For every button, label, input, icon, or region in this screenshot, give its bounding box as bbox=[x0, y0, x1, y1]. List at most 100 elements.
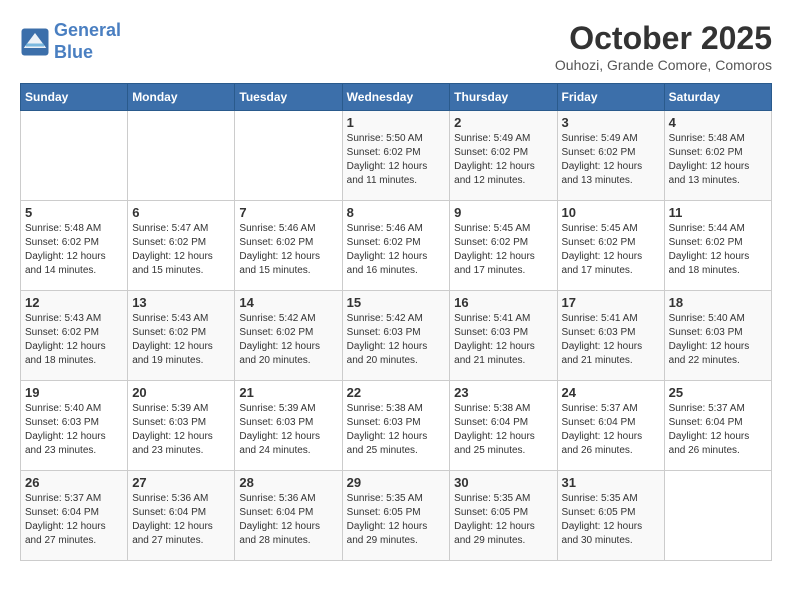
day-info: Sunrise: 5:38 AM Sunset: 6:03 PM Dayligh… bbox=[347, 402, 446, 458]
logo-text: General Blue bbox=[54, 20, 121, 63]
day-number: 9 bbox=[454, 205, 552, 220]
day-number: 29 bbox=[347, 475, 446, 490]
day-number: 17 bbox=[562, 295, 660, 310]
calendar-week-row: 19Sunrise: 5:40 AM Sunset: 6:03 PM Dayli… bbox=[21, 381, 772, 471]
calendar-cell: 24 Sunrise: 5:37 AM Sunset: 6:04 PM Dayli… bbox=[557, 381, 664, 471]
day-info: Sunrise: 5:49 AM Sunset: 6:02 PM Dayligh… bbox=[562, 132, 660, 188]
day-number: 12 bbox=[25, 295, 123, 310]
day-info: Sunrise: 5:41 AM Sunset: 6:03 PM Dayligh… bbox=[562, 312, 660, 368]
calendar-cell: 11 Sunrise: 5:44 AM Sunset: 6:02 PM Dayli… bbox=[664, 201, 771, 291]
day-number: 10 bbox=[562, 205, 660, 220]
day-info: Sunrise: 5:37 AM Sunset: 6:04 PM Dayligh… bbox=[669, 402, 767, 458]
calendar-cell: 4 Sunrise: 5:48 AM Sunset: 6:02 PM Daylig… bbox=[664, 111, 771, 201]
day-number: 7 bbox=[239, 205, 337, 220]
title-block: October 2025 Ouhozi, Grande Comore, Como… bbox=[555, 20, 772, 73]
day-info: Sunrise: 5:36 AM Sunset: 6:04 PM Dayligh… bbox=[239, 492, 337, 548]
calendar-cell bbox=[664, 471, 771, 561]
day-info: Sunrise: 5:40 AM Sunset: 6:03 PM Dayligh… bbox=[669, 312, 767, 368]
day-number: 31 bbox=[562, 475, 660, 490]
day-number: 24 bbox=[562, 385, 660, 400]
day-info: Sunrise: 5:36 AM Sunset: 6:04 PM Dayligh… bbox=[132, 492, 230, 548]
day-number: 21 bbox=[239, 385, 337, 400]
day-info: Sunrise: 5:37 AM Sunset: 6:04 PM Dayligh… bbox=[25, 492, 123, 548]
day-number: 22 bbox=[347, 385, 446, 400]
day-number: 5 bbox=[25, 205, 123, 220]
calendar-cell: 21 Sunrise: 5:39 AM Sunset: 6:03 PM Dayli… bbox=[235, 381, 342, 471]
day-number: 23 bbox=[454, 385, 552, 400]
day-info: Sunrise: 5:41 AM Sunset: 6:03 PM Dayligh… bbox=[454, 312, 552, 368]
day-info: Sunrise: 5:48 AM Sunset: 6:02 PM Dayligh… bbox=[25, 222, 123, 278]
day-number: 1 bbox=[347, 115, 446, 130]
day-number: 13 bbox=[132, 295, 230, 310]
day-number: 25 bbox=[669, 385, 767, 400]
calendar-cell bbox=[235, 111, 342, 201]
weekday-header: Wednesday bbox=[342, 84, 450, 111]
day-info: Sunrise: 5:42 AM Sunset: 6:03 PM Dayligh… bbox=[347, 312, 446, 368]
logo: General Blue bbox=[20, 20, 121, 63]
day-info: Sunrise: 5:45 AM Sunset: 6:02 PM Dayligh… bbox=[454, 222, 552, 278]
calendar-cell: 27 Sunrise: 5:36 AM Sunset: 6:04 PM Dayli… bbox=[128, 471, 235, 561]
weekday-header: Friday bbox=[557, 84, 664, 111]
calendar-cell: 16 Sunrise: 5:41 AM Sunset: 6:03 PM Dayli… bbox=[450, 291, 557, 381]
day-info: Sunrise: 5:43 AM Sunset: 6:02 PM Dayligh… bbox=[132, 312, 230, 368]
day-info: Sunrise: 5:39 AM Sunset: 6:03 PM Dayligh… bbox=[132, 402, 230, 458]
weekday-header-row: SundayMondayTuesdayWednesdayThursdayFrid… bbox=[21, 84, 772, 111]
day-info: Sunrise: 5:43 AM Sunset: 6:02 PM Dayligh… bbox=[25, 312, 123, 368]
calendar-cell: 1 Sunrise: 5:50 AM Sunset: 6:02 PM Daylig… bbox=[342, 111, 450, 201]
calendar-cell: 13 Sunrise: 5:43 AM Sunset: 6:02 PM Dayli… bbox=[128, 291, 235, 381]
weekday-header: Sunday bbox=[21, 84, 128, 111]
day-info: Sunrise: 5:40 AM Sunset: 6:03 PM Dayligh… bbox=[25, 402, 123, 458]
calendar-cell: 6 Sunrise: 5:47 AM Sunset: 6:02 PM Daylig… bbox=[128, 201, 235, 291]
day-number: 30 bbox=[454, 475, 552, 490]
day-info: Sunrise: 5:35 AM Sunset: 6:05 PM Dayligh… bbox=[454, 492, 552, 548]
calendar-week-row: 12 Sunrise: 5:43 AM Sunset: 6:02 PM Dayli… bbox=[21, 291, 772, 381]
day-info: Sunrise: 5:44 AM Sunset: 6:02 PM Dayligh… bbox=[669, 222, 767, 278]
weekday-header: Monday bbox=[128, 84, 235, 111]
weekday-header: Tuesday bbox=[235, 84, 342, 111]
day-info: Sunrise: 5:38 AM Sunset: 6:04 PM Dayligh… bbox=[454, 402, 552, 458]
day-info: Sunrise: 5:50 AM Sunset: 6:02 PM Dayligh… bbox=[347, 132, 446, 188]
calendar-cell: 29 Sunrise: 5:35 AM Sunset: 6:05 PM Dayli… bbox=[342, 471, 450, 561]
day-info: Sunrise: 5:39 AM Sunset: 6:03 PM Dayligh… bbox=[239, 402, 337, 458]
day-number: 18 bbox=[669, 295, 767, 310]
day-number: 14 bbox=[239, 295, 337, 310]
day-number: 26 bbox=[25, 475, 123, 490]
day-number: 6 bbox=[132, 205, 230, 220]
calendar-week-row: 5 Sunrise: 5:48 AM Sunset: 6:02 PM Daylig… bbox=[21, 201, 772, 291]
calendar-cell: 7Sunrise: 5:46 AM Sunset: 6:02 PM Daylig… bbox=[235, 201, 342, 291]
day-number: 27 bbox=[132, 475, 230, 490]
calendar-cell: 23 Sunrise: 5:38 AM Sunset: 6:04 PM Dayli… bbox=[450, 381, 557, 471]
day-info: Sunrise: 5:46 AM Sunset: 6:02 PM Dayligh… bbox=[347, 222, 446, 278]
calendar-cell: 14 Sunrise: 5:42 AM Sunset: 6:02 PM Dayli… bbox=[235, 291, 342, 381]
day-number: 15 bbox=[347, 295, 446, 310]
calendar-week-row: 1 Sunrise: 5:50 AM Sunset: 6:02 PM Daylig… bbox=[21, 111, 772, 201]
day-number: 11 bbox=[669, 205, 767, 220]
calendar-cell: 31Sunrise: 5:35 AM Sunset: 6:05 PM Dayli… bbox=[557, 471, 664, 561]
calendar-cell: 18 Sunrise: 5:40 AM Sunset: 6:03 PM Dayli… bbox=[664, 291, 771, 381]
calendar-cell: 26 Sunrise: 5:37 AM Sunset: 6:04 PM Dayli… bbox=[21, 471, 128, 561]
weekday-header: Thursday bbox=[450, 84, 557, 111]
day-info: Sunrise: 5:35 AM Sunset: 6:05 PM Dayligh… bbox=[347, 492, 446, 548]
calendar-cell bbox=[128, 111, 235, 201]
day-info: Sunrise: 5:49 AM Sunset: 6:02 PM Dayligh… bbox=[454, 132, 552, 188]
location-subtitle: Ouhozi, Grande Comore, Comoros bbox=[555, 57, 772, 73]
calendar-cell: 19Sunrise: 5:40 AM Sunset: 6:03 PM Dayli… bbox=[21, 381, 128, 471]
day-info: Sunrise: 5:37 AM Sunset: 6:04 PM Dayligh… bbox=[562, 402, 660, 458]
day-number: 28 bbox=[239, 475, 337, 490]
day-number: 4 bbox=[669, 115, 767, 130]
day-info: Sunrise: 5:42 AM Sunset: 6:02 PM Dayligh… bbox=[239, 312, 337, 368]
weekday-header: Saturday bbox=[664, 84, 771, 111]
calendar-cell: 5 Sunrise: 5:48 AM Sunset: 6:02 PM Daylig… bbox=[21, 201, 128, 291]
calendar-cell: 12 Sunrise: 5:43 AM Sunset: 6:02 PM Dayli… bbox=[21, 291, 128, 381]
calendar-cell: 17 Sunrise: 5:41 AM Sunset: 6:03 PM Dayli… bbox=[557, 291, 664, 381]
day-info: Sunrise: 5:48 AM Sunset: 6:02 PM Dayligh… bbox=[669, 132, 767, 188]
calendar-cell: 30 Sunrise: 5:35 AM Sunset: 6:05 PM Dayli… bbox=[450, 471, 557, 561]
calendar-cell: 8Sunrise: 5:46 AM Sunset: 6:02 PM Daylig… bbox=[342, 201, 450, 291]
day-info: Sunrise: 5:47 AM Sunset: 6:02 PM Dayligh… bbox=[132, 222, 230, 278]
calendar-cell: 15 Sunrise: 5:42 AM Sunset: 6:03 PM Dayli… bbox=[342, 291, 450, 381]
calendar-cell: 3Sunrise: 5:49 AM Sunset: 6:02 PM Daylig… bbox=[557, 111, 664, 201]
day-number: 16 bbox=[454, 295, 552, 310]
day-number: 20 bbox=[132, 385, 230, 400]
calendar-week-row: 26 Sunrise: 5:37 AM Sunset: 6:04 PM Dayli… bbox=[21, 471, 772, 561]
logo-icon bbox=[20, 27, 50, 57]
